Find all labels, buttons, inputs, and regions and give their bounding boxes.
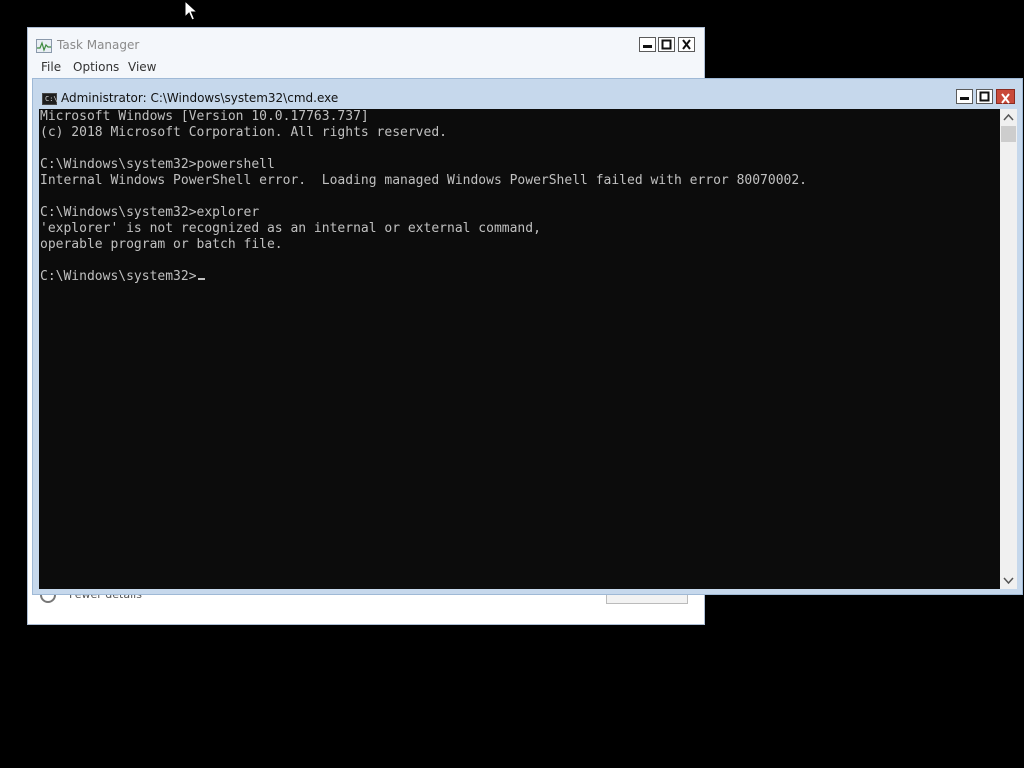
task-manager-minimize-button[interactable]	[639, 37, 656, 52]
cmd-maximize-button[interactable]	[976, 89, 993, 104]
scrollbar-thumb[interactable]	[1001, 126, 1016, 142]
cmd-title: Administrator: C:\Windows\system32\cmd.e…	[61, 91, 339, 105]
chevron-up-icon[interactable]	[1000, 109, 1017, 126]
task-manager-maximize-button[interactable]	[658, 37, 675, 52]
minimize-icon	[643, 45, 652, 48]
cmd-icon-label: C:\	[45, 95, 58, 103]
menu-options[interactable]: Options	[73, 60, 119, 74]
console-line: C:\Windows\system32>powershell	[40, 157, 275, 172]
console-prompt-line[interactable]: C:\Windows\system32>	[40, 269, 205, 285]
console-line: operable program or batch file.	[40, 237, 283, 252]
cmd-close-button[interactable]	[996, 89, 1015, 104]
minimize-icon	[960, 97, 969, 100]
cmd-icon: C:\	[42, 93, 58, 105]
menu-view[interactable]: View	[128, 60, 156, 74]
console-line: 'explorer' is not recognized as an inter…	[40, 221, 541, 236]
task-manager-title: Task Manager	[57, 38, 140, 52]
task-manager-title-bar[interactable]: Task Manager	[28, 28, 704, 58]
text-cursor	[197, 278, 205, 280]
cmd-title-bar[interactable]: C:\ Administrator: C:\Windows\system32\c…	[33, 79, 1022, 109]
task-manager-close-button[interactable]	[678, 37, 695, 52]
mouse-pointer-icon	[184, 0, 198, 21]
cmd-window[interactable]: C:\ Administrator: C:\Windows\system32\c…	[32, 78, 1023, 595]
close-icon	[682, 39, 691, 50]
maximize-icon	[979, 91, 990, 102]
console-line: Microsoft Windows [Version 10.0.17763.73…	[40, 109, 369, 124]
cmd-minimize-button[interactable]	[956, 89, 973, 104]
console-line: Internal Windows PowerShell error. Loadi…	[40, 173, 808, 188]
console-line: C:\Windows\system32>explorer	[40, 205, 260, 220]
close-icon	[1001, 93, 1010, 104]
console-output[interactable]: Microsoft Windows [Version 10.0.17763.73…	[39, 109, 1000, 589]
console-vertical-scrollbar[interactable]	[1000, 109, 1017, 589]
task-manager-menu-bar: File Options View	[28, 58, 704, 80]
maximize-icon	[661, 39, 672, 50]
console-prompt: C:\Windows\system32>	[40, 269, 197, 284]
menu-file[interactable]: File	[41, 60, 61, 74]
console-line: (c) 2018 Microsoft Corporation. All righ…	[40, 125, 447, 140]
task-manager-icon	[36, 39, 52, 53]
chevron-down-icon[interactable]	[1000, 572, 1017, 589]
